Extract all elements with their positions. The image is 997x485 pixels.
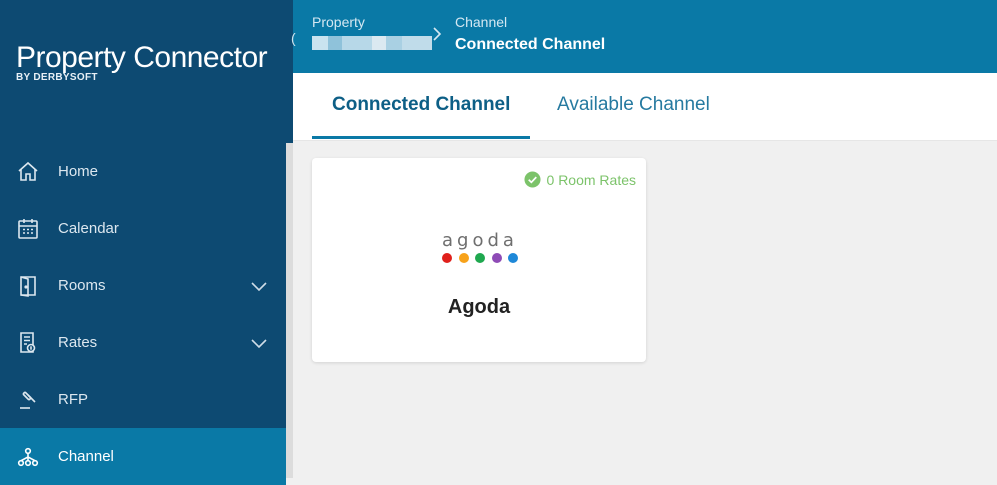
logo-dot — [491, 253, 502, 263]
sidebar-item-label: Calendar — [58, 220, 119, 237]
agoda-logo: agoda — [440, 230, 520, 263]
sidebar-item-rooms[interactable]: Rooms — [0, 257, 286, 314]
sidebar-nav: Home Calendar Rooms Rates RFP Channel — [0, 143, 286, 485]
logo-dots — [442, 253, 518, 263]
sidebar-item-channel[interactable]: Channel — [0, 428, 286, 485]
page-title: Connected Channel — [455, 36, 606, 53]
breadcrumb-property[interactable]: Property — [312, 14, 432, 50]
breadcrumb-label: Channel — [455, 14, 508, 30]
door-icon — [20, 275, 36, 297]
check-circle-icon — [523, 171, 541, 188]
header-bar: ( Property Channel Connected Channel — [291, 0, 997, 73]
status-text: 0 Room Rates — [546, 171, 636, 188]
logo-dot — [442, 253, 452, 263]
logo-wordmark: agoda — [442, 230, 518, 251]
channel-name: Agoda — [447, 296, 511, 318]
breadcrumb-label: Property — [312, 14, 365, 30]
sidebar-scrollbar[interactable] — [286, 143, 293, 478]
collapse-sidebar-handle[interactable]: ( — [291, 28, 299, 48]
sidebar-item-calendar[interactable]: Calendar — [0, 200, 286, 257]
chevron-down-icon[interactable] — [249, 333, 269, 353]
sidebar-item-label: Home — [58, 163, 99, 180]
channel-card[interactable]: 0 Room Rates agoda Agoda — [312, 158, 646, 362]
gavel-icon — [20, 390, 36, 409]
logo-dot — [458, 253, 469, 263]
channel-icon — [17, 447, 39, 466]
home-icon — [18, 161, 38, 181]
logo-dot — [475, 253, 485, 263]
rates-icon — [20, 331, 36, 353]
sidebar-item-label: RFP — [58, 391, 88, 408]
brand-logo[interactable]: Property Connector BY DERBYSOFT — [16, 40, 268, 83]
brand-name: Property Connector — [16, 41, 268, 74]
tab-available-channel[interactable]: Available Channel — [537, 73, 730, 139]
tab-connected-channel[interactable]: Connected Channel — [312, 73, 531, 139]
sidebar: Property Connector BY DERBYSOFT Home Cal… — [0, 0, 293, 485]
sidebar-item-label: Channel — [58, 448, 114, 465]
breadcrumb-channel: Channel Connected Channel — [455, 14, 605, 54]
chevron-right-icon — [433, 27, 442, 41]
chevron-down-icon[interactable] — [249, 276, 269, 296]
sidebar-item-home[interactable]: Home — [0, 143, 286, 200]
logo-dot — [508, 253, 518, 263]
sidebar-item-rates[interactable]: Rates — [0, 314, 286, 371]
property-name-redacted — [312, 36, 432, 50]
calendar-icon — [18, 218, 38, 239]
sidebar-item-label: Rooms — [58, 277, 106, 294]
sidebar-item-label: Rates — [58, 334, 98, 351]
tab-bar: Connected Channel Available Channel — [293, 73, 997, 141]
status-badge: 0 Room Rates — [523, 171, 636, 188]
sidebar-item-rfp[interactable]: RFP — [0, 371, 286, 428]
